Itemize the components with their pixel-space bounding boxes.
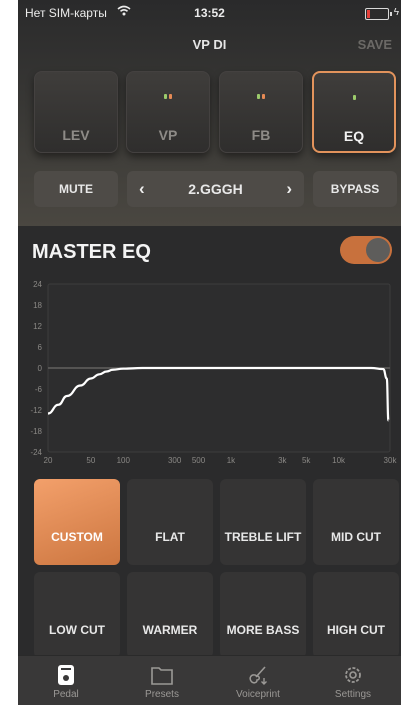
x-tick-label: 300	[168, 456, 182, 465]
status-led	[169, 94, 172, 99]
preset-low-cut-button[interactable]: LOW CUT	[34, 572, 120, 658]
preset-custom-button[interactable]: CUSTOM	[34, 479, 120, 565]
y-tick-label: -24	[30, 448, 42, 457]
module-label: FB	[251, 127, 271, 143]
status-led	[352, 95, 356, 100]
preset-label: FLAT	[155, 530, 185, 544]
y-tick-label: -6	[35, 385, 43, 394]
y-tick-label: -18	[30, 427, 42, 436]
preset-label: HIGH CUT	[327, 623, 385, 637]
mute-button[interactable]: MUTE	[34, 171, 118, 207]
module-label: LEV	[62, 127, 90, 143]
y-tick-label: 0	[38, 364, 43, 373]
preset-label: MID CUT	[331, 530, 381, 544]
tab-bar: Pedal Presets Voiceprint Settings	[18, 655, 401, 705]
preset-more-bass-button[interactable]: MORE BASS	[220, 572, 306, 658]
guitar-icon	[249, 666, 267, 685]
preset-flat-button[interactable]: FLAT	[127, 479, 213, 565]
preset-selector[interactable]: ‹ 2.GGGH ›	[127, 171, 304, 207]
module-fb-button[interactable]: FB	[219, 71, 303, 153]
y-axis-ticks: 24 18 12 6 0 -6 -12 -18 -24	[30, 280, 42, 457]
app-screen: Нет SIM-карты 13:52 ϟ VP DI SAVE LEV VP …	[18, 0, 401, 705]
module-vp-button[interactable]: VP	[126, 71, 210, 153]
tab-label: Presets	[145, 689, 179, 700]
y-tick-label: -12	[30, 406, 42, 415]
x-tick-label: 50	[86, 456, 95, 465]
x-tick-label: 20	[44, 456, 53, 465]
module-lev-button[interactable]: LEV	[34, 71, 118, 153]
chevron-right-icon[interactable]: ›	[286, 171, 292, 207]
status-led	[262, 94, 265, 99]
module-status-leds	[220, 86, 302, 99]
page-title: VP DI	[192, 37, 227, 52]
chevron-left-icon[interactable]: ‹	[139, 171, 145, 207]
tab-voiceprint[interactable]: Voiceprint	[210, 656, 306, 705]
bypass-button[interactable]: BYPASS	[313, 171, 397, 207]
tab-pedal[interactable]: Pedal	[18, 656, 114, 705]
y-tick-label: 12	[33, 322, 42, 331]
tab-label: Pedal	[53, 689, 79, 700]
x-tick-label: 100	[117, 456, 131, 465]
master-eq-title: MASTER EQ	[32, 241, 151, 263]
module-status-leds	[127, 86, 209, 99]
master-eq-toggle[interactable]	[340, 236, 392, 264]
x-tick-label: 1k	[227, 456, 236, 465]
pedal-header: Нет SIM-карты 13:52 ϟ VP DI SAVE LEV VP …	[18, 0, 401, 226]
toggle-knob	[366, 238, 390, 262]
preset-label: MORE BASS	[226, 623, 300, 637]
module-label: EQ	[343, 128, 365, 144]
status-led	[257, 94, 260, 99]
tab-presets[interactable]: Presets	[114, 656, 210, 705]
save-button[interactable]: SAVE	[358, 37, 392, 52]
tab-label: Settings	[334, 689, 372, 700]
module-status-leds	[35, 86, 117, 92]
pedal-icon	[58, 665, 74, 685]
y-tick-label: 6	[38, 343, 43, 352]
folder-icon	[151, 667, 173, 685]
module-status-leds	[314, 87, 394, 100]
module-eq-button[interactable]: EQ	[312, 71, 396, 153]
module-label: VP	[158, 127, 178, 143]
tab-label: Voiceprint	[236, 689, 280, 700]
status-time: 13:52	[194, 6, 225, 20]
battery-icon	[365, 8, 392, 20]
x-tick-label: 10k	[332, 456, 346, 465]
x-tick-label: 3k	[278, 456, 287, 465]
y-tick-label: 24	[33, 280, 42, 289]
preset-label: WARMER	[142, 623, 198, 637]
x-tick-label: 500	[192, 456, 206, 465]
y-tick-label: 18	[33, 301, 42, 310]
preset-label: TREBLE LIFT	[224, 530, 302, 544]
tab-settings[interactable]: Settings	[305, 656, 401, 705]
preset-name: 2.GGGH	[188, 181, 243, 197]
x-tick-label: 5k	[302, 456, 311, 465]
status-led	[164, 94, 167, 99]
preset-label: LOW CUT	[49, 623, 105, 637]
preset-warmer-button[interactable]: WARMER	[127, 572, 213, 658]
charging-icon: ϟ	[393, 7, 399, 18]
eq-curve-graph[interactable]: 24 18 12 6 0 -6 -12 -18 -24 20 50 100 300 500 1k 3k 5k 1…	[18, 270, 401, 470]
gear-icon	[345, 667, 361, 683]
preset-label: CUSTOM	[51, 530, 103, 544]
preset-treble-lift-button[interactable]: TREBLE LIFT	[220, 479, 306, 565]
preset-mid-cut-button[interactable]: MID CUT	[313, 479, 399, 565]
x-axis-ticks: 20 50 100 300 500 1k 3k 5k 10k 30k	[44, 456, 398, 465]
preset-high-cut-button[interactable]: HIGH CUT	[313, 572, 399, 658]
x-tick-label: 30k	[384, 456, 398, 465]
